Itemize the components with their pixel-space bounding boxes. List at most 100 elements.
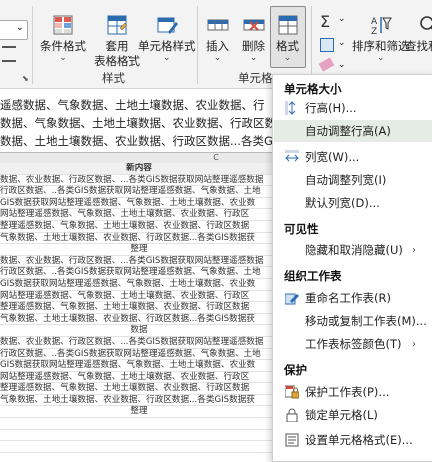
menu-item-label: 自动调整列宽(I) <box>305 173 387 187</box>
styles-group-label: 样式 <box>102 71 125 85</box>
chevron-down-icon: ⌄ <box>283 53 292 63</box>
table-row[interactable]: 网站整理遥感数据、气象数据、土地土壤数据、农业数据、行政区 <box>0 209 278 221</box>
menu-item-label: 行高(H)... <box>305 101 357 115</box>
chevron-down-icon: ⌄ <box>249 53 258 63</box>
conditional-format-button[interactable]: 条件格式 ⌄ <box>40 2 86 63</box>
svg-text:A: A <box>371 17 378 27</box>
menu-item-label: 移动或复制工作表(M)... <box>305 314 427 328</box>
table-row[interactable]: 行政区数据、..各类GIS数据获取网站整理遥感数据、气象数据、土地 <box>0 349 278 361</box>
table-row[interactable]: 数据、农业数据、行政区数据、...各类GIS数据获取网站整理遥感数据 <box>0 175 278 187</box>
find-select-button[interactable]: 查找和选 <box>405 2 432 54</box>
format-label: 格式 <box>276 39 299 53</box>
table-row[interactable]: 气象数据、土地土壤数据、农业数据、行政区数据...各类GIS数据获 <box>0 395 278 407</box>
table-row[interactable]: GIS数据获取网站整理遥感数据、气象数据、土地土壤数据、农业数 <box>0 279 278 291</box>
table-row[interactable]: 整理遥感数据、气象数据、土地土壤数据、农业数据、行政区数据 <box>0 302 278 314</box>
format-as-table-icon <box>107 15 128 35</box>
format-dropdown-menu: 单元格大小 行高(H)... 自动调整行高(A) 列宽(W)... 自动调整列宽… <box>272 74 432 462</box>
fill-icon[interactable] <box>320 38 334 52</box>
row-height-icon <box>285 101 296 115</box>
menu-item-column-width[interactable]: 列宽(W)... <box>274 146 432 168</box>
cell-text-line: 遥感数据、气象数据、土地土壤数据、农业数据、行 <box>0 98 265 112</box>
table-row[interactable]: GIS数据获取网站整理遥感数据、气象数据、土地土壤数据、农业数 <box>0 360 278 372</box>
find-select-label: 查找和选 <box>405 39 432 53</box>
menu-item-label: 列宽(W)... <box>305 150 360 164</box>
font-group-launcher-icon[interactable]: ⬊ <box>22 74 29 83</box>
table-row[interactable]: 气象数据、土地土壤数据、农业数据、行政区数据...各类GIS数据获 <box>0 314 278 326</box>
protect-sheet-icon <box>285 385 299 399</box>
table-row[interactable]: 网站整理遥感数据、气象数据、土地土壤数据、农业数据、行政区 <box>0 372 278 384</box>
sort-filter-icon: A Z <box>371 17 392 36</box>
menu-item-default-width[interactable]: 默认列宽(D)... <box>274 192 432 214</box>
table-row[interactable]: 数据、农业数据、行政区数据、...各类GIS数据获取网站整理遥感数据 <box>0 337 278 349</box>
menu-item-row-height[interactable]: 行高(H)... <box>274 97 432 119</box>
menu-item-format-cells[interactable]: 设置单元格格式(E)... <box>274 429 432 451</box>
menu-item-label: 自动调整行高(A) <box>305 124 391 138</box>
cell-text-line: 数据、土地土壤数据、农业数据、行政区数据...各类G <box>0 134 273 148</box>
worksheet-grid[interactable]: 新内容 数据、农业数据、行政区数据、...各类GIS数据获取网站整理遥感数据 行… <box>0 163 278 460</box>
table-row[interactable]: 行政区数据、..各类GIS数据获取网站整理遥感数据、气象数据、土地 <box>0 186 278 198</box>
table-row[interactable] <box>0 441 278 453</box>
insert-button[interactable]: 插入 ⌄ <box>206 2 229 63</box>
chevron-down-icon: ⌄ <box>213 53 222 63</box>
chevron-down-icon: ⌄ <box>338 14 346 24</box>
align-icon[interactable] <box>2 46 16 62</box>
table-row[interactable] <box>0 430 278 442</box>
chevron-down-icon: ⌄ <box>15 22 24 33</box>
table-row[interactable] <box>0 453 278 460</box>
menu-item-label: 默认列宽(D)... <box>305 196 380 210</box>
clear-icon[interactable] <box>318 57 335 72</box>
menu-item-label: 重命名工作表(R) <box>305 291 391 305</box>
header-cell[interactable]: 新内容 <box>0 163 278 175</box>
table-row[interactable]: 整理 <box>0 244 278 256</box>
menu-item-autofit-column-width[interactable]: 自动调整列宽(I) <box>274 169 432 191</box>
delete-button[interactable]: 删除 ⌄ <box>242 2 265 63</box>
menu-item-hide-unhide[interactable]: 隐藏和取消隐藏(U) › <box>274 239 432 261</box>
menu-section-protection: 保护 <box>284 363 307 377</box>
menu-item-tab-color[interactable]: 工作表标签颜色(T) › <box>274 333 432 355</box>
menu-item-protect-sheet[interactable]: 保护工作表(P)... <box>274 381 432 403</box>
divider <box>311 6 312 84</box>
chevron-down-icon: ⌄ <box>338 38 346 48</box>
table-row[interactable]: 行政区数据、..各类GIS数据获取网站整理遥感数据、气象数据、土地 <box>0 267 278 279</box>
format-cells-icon <box>285 433 299 447</box>
cell-text-line: 数据、气象数据、土地土壤数据、农业数据、行政区数 <box>0 116 276 130</box>
autosum-icon[interactable]: Σ <box>320 12 330 31</box>
menu-section-cell-size: 单元格大小 <box>284 82 342 96</box>
menu-item-lock-cell[interactable]: 锁定单元格(L) <box>274 404 432 426</box>
divider <box>32 6 33 84</box>
delete-cells-icon <box>243 19 264 31</box>
font-size-dropdown[interactable]: ⌄ <box>0 20 28 40</box>
menu-item-autofit-row-height[interactable]: 自动调整行高(A) <box>274 120 432 142</box>
menu-item-label: 保护工作表(P)... <box>305 385 390 399</box>
cell-styles-button[interactable]: 单元格样式 ⌄ <box>138 2 196 63</box>
menu-section-visibility: 可见性 <box>284 222 319 236</box>
format-cells-icon <box>278 15 297 35</box>
table-row[interactable]: 整理遥感数据、气象数据、土地土壤数据、农业数据、行政区数据 <box>0 383 278 395</box>
table-row[interactable]: 气象数据、土地土壤数据、农业数据、行政区数据...各类GIS数据获 <box>0 233 278 245</box>
table-row[interactable] <box>0 418 278 430</box>
sort-filter-label: 排序和筛选 <box>352 39 410 53</box>
chevron-down-icon: ⌄ <box>162 53 171 63</box>
insert-label: 插入 <box>206 39 229 53</box>
chevron-down-icon: ⌄ <box>59 53 67 63</box>
table-row[interactable]: 整理 <box>0 406 278 419</box>
cell-styles-icon <box>157 17 178 34</box>
table-row[interactable]: 网站整理遥感数据、气象数据、土地土壤数据、农业数据、行政区 <box>0 291 278 303</box>
menu-item-label: 工作表标签颜色(T) <box>305 337 402 351</box>
format-button[interactable]: 格式 ⌄ <box>276 2 299 63</box>
menu-item-move-copy-sheet[interactable]: 移动或复制工作表(M)... <box>274 310 432 332</box>
table-row[interactable]: 整理遥感数据、气象数据、土地土壤数据、农业数据、行政区数据 <box>0 221 278 233</box>
insert-cells-icon <box>207 19 228 31</box>
menu-item-label: 锁定单元格(L) <box>305 408 378 422</box>
submenu-arrow-icon: › <box>412 244 416 256</box>
menu-item-rename-sheet[interactable]: 重命名工作表(R) <box>274 287 432 309</box>
submenu-arrow-icon: › <box>412 338 416 350</box>
menu-item-label: 设置单元格格式(E)... <box>305 433 413 447</box>
sort-filter-button[interactable]: A Z 排序和筛选 ⌄ <box>352 2 410 63</box>
table-row[interactable]: GIS数据获取网站整理遥感数据、气象数据、土地土壤数据、农业数 <box>0 198 278 210</box>
table-row[interactable]: 数据、农业数据、行政区数据、...各类GIS数据获取网站整理遥感数据 <box>0 256 278 268</box>
column-letter: C <box>213 153 219 162</box>
conditional-format-icon <box>53 15 73 35</box>
chevron-down-icon: ⌄ <box>126 51 134 61</box>
table-row[interactable]: 数据 <box>0 325 278 337</box>
